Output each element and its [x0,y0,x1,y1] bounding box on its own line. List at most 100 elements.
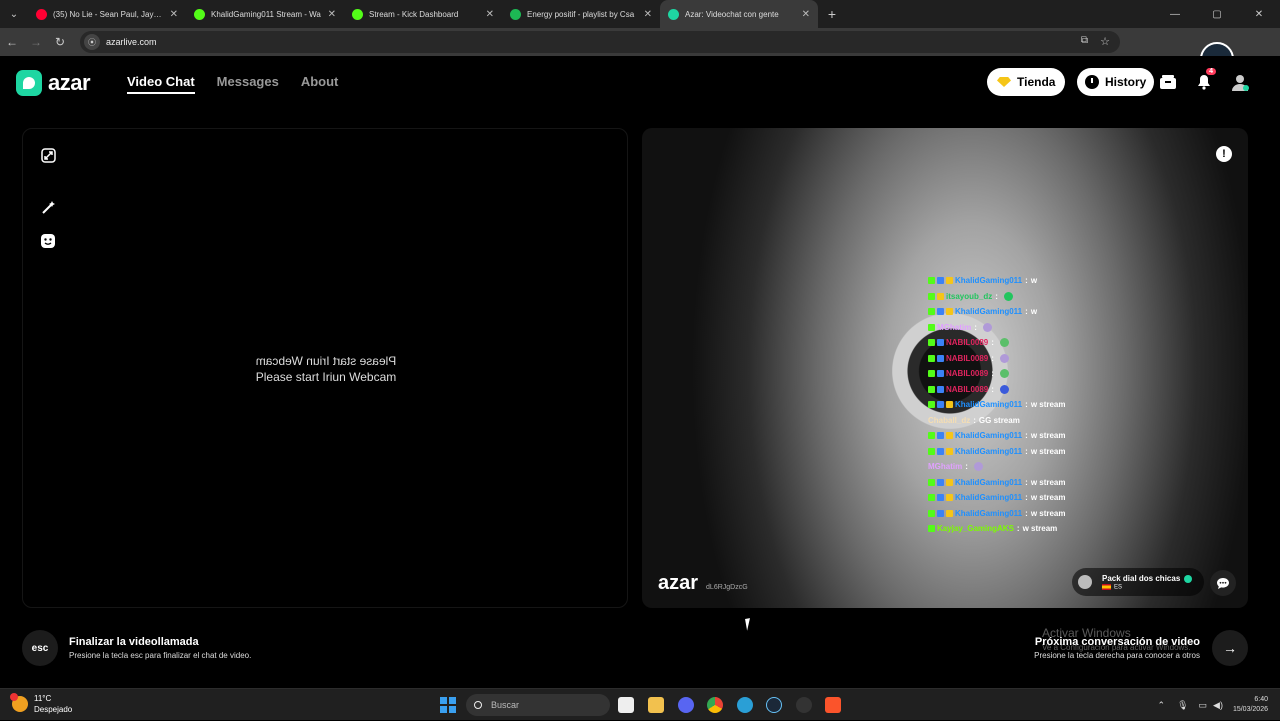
chrome-icon[interactable] [707,697,723,713]
chat-emote-icon [999,384,1009,394]
tab-close-icon[interactable]: ✕ [802,9,810,20]
nav-video-chat[interactable]: Video Chat [127,74,195,94]
chat-emote-icon [999,338,1009,348]
volume-icon[interactable]: ◀) [1213,700,1223,711]
fullscreen-icon[interactable] [39,146,57,164]
chat-text: w [1030,307,1038,316]
tab-close-icon[interactable]: ✕ [328,9,336,20]
chat-badge-icon [928,292,935,300]
tab-search-icon[interactable]: ⌄ [0,0,28,28]
app-icon-blue[interactable] [737,697,753,713]
tray-overflow-icon[interactable]: ⌃ [1158,700,1166,711]
tab-favicon-icon [36,8,47,20]
chat-badge-icon [928,277,935,285]
chat-badge-icon [937,432,944,440]
chat-text: w stream [1030,477,1066,487]
obs-icon[interactable] [796,697,812,713]
chat-username: KhalidGaming011 [955,477,1023,487]
taskbar-clock[interactable]: 6:40 15/03/2026 [1233,695,1268,715]
address-bar[interactable]: ⦿ azarlive.com ⧉ ☆ [80,31,1120,53]
azar-logo-icon [16,70,42,96]
chat-badge-icon [937,401,944,409]
browser-tab[interactable]: Energy positif - playlist by Csa ✕ [502,0,660,28]
azar-logo[interactable]: azar [16,70,91,96]
profile-avatar[interactable] [1230,72,1250,92]
stream-chat-overlay: KhalidGaming011: w itsayoub_dz: KhalidGamin… [928,273,1066,537]
sun-icon [10,693,28,712]
browser-tab[interactable]: KhalidGaming011 Stream - Wa ✕ [186,0,344,28]
weather-widget[interactable]: 11°C Despejado [10,693,72,715]
chat-badge-icon [937,494,944,502]
sticker-face-icon[interactable] [39,232,57,250]
notification-bell-icon[interactable]: 4 [1194,68,1216,92]
chat-text: w stream [1022,524,1058,533]
partner-info-chip[interactable]: Pack dial dos chicas ES [1072,568,1205,596]
task-view-icon[interactable] [618,697,634,713]
verified-badge-icon [1184,574,1193,583]
chat-username: MGhatim [937,322,972,332]
weather-temperature: 11°C [34,694,52,703]
inbox-icon[interactable] [1158,72,1178,92]
chat-badge-icon [928,525,935,533]
tab-title: Azar: Videochat con gente [685,9,779,19]
chat-emote-icon [982,322,992,332]
end-call-esc-button[interactable]: esc [22,630,58,666]
back-icon[interactable]: ← [0,28,24,56]
history-label: History [1105,75,1147,89]
chat-message: MGhatim: [928,320,1066,336]
close-window-icon[interactable]: ✕ [1238,0,1280,28]
windows-start-icon[interactable] [440,697,456,713]
nav-messages[interactable]: Messages [217,74,279,94]
chat-badge-icon [946,308,953,316]
brave-icon[interactable] [825,697,841,713]
bookmark-star-icon[interactable]: ☆ [1100,35,1110,48]
browser-tab[interactable]: Azar: Videochat con gente ✕ [660,0,818,28]
minimize-icon[interactable]: — [1154,0,1196,28]
app-header: azar Video Chat Messages About Tienda Hi… [0,56,1280,108]
chat-separator: : [1025,431,1028,440]
report-shield-icon[interactable]: ! [1216,146,1232,162]
next-call-title: Próxima conversación de video [1034,636,1200,648]
chat-badge-icon [937,478,944,486]
chat-separator: : [995,291,998,301]
maximize-icon[interactable]: ▢ [1196,0,1238,28]
steam-icon[interactable] [766,697,782,713]
chat-badge-icon [946,401,953,409]
chat-username: KhalidGaming011 [955,276,1023,285]
nav-about[interactable]: About [301,74,339,94]
chat-message: Chaball_dz: GG stream [928,413,1066,429]
chat-badge-icon [928,509,935,517]
chat-username: KhalidGaming011 [955,400,1023,409]
magic-wand-icon[interactable] [39,198,57,216]
tab-close-icon[interactable]: ✕ [644,9,652,20]
chat-separator: : [1025,477,1028,487]
history-button[interactable]: History [1077,68,1155,96]
tab-title: Energy positif - playlist by Csa [527,9,635,19]
chat-separator: : [1025,276,1028,285]
browser-tab[interactable]: (35) No Lie - Sean Paul, Jaymes ✕ [28,0,186,28]
chat-separator: : [1025,508,1028,518]
chat-bubble-icon[interactable] [1210,570,1236,596]
tab-close-icon[interactable]: ✕ [170,9,178,20]
reload-icon[interactable]: ↻ [48,28,72,56]
chat-message: KhalidGaming011: w stream [928,397,1066,413]
browser-tab[interactable]: Stream - Kick Dashboard ✕ [344,0,502,28]
microphone-icon[interactable]: 🎙 [1177,700,1188,711]
chat-separator: : [1025,400,1028,409]
file-explorer-icon[interactable] [648,697,664,713]
forward-icon[interactable]: → [24,28,48,56]
chat-message: KhalidGaming011: w stream [928,490,1066,506]
chat-emote-icon [999,369,1009,379]
network-icon[interactable]: ▭ [1199,700,1208,711]
discord-icon[interactable] [678,697,694,713]
install-app-icon[interactable]: ⧉ [1081,35,1088,46]
system-tray: ⌃ 🎙 ▭ ◀) 6:40 15/03/2026 [1158,689,1280,721]
site-info-icon[interactable]: ⦿ [84,34,100,50]
store-button[interactable]: Tienda [987,68,1066,96]
chat-message: itsayoub_dz: [928,289,1066,305]
tab-close-icon[interactable]: ✕ [486,9,494,20]
taskbar-search[interactable]: Buscar [466,694,610,716]
next-arrow-button[interactable]: → [1212,630,1248,666]
chat-badge-icon [928,447,935,455]
new-tab-button[interactable]: + [818,6,846,22]
